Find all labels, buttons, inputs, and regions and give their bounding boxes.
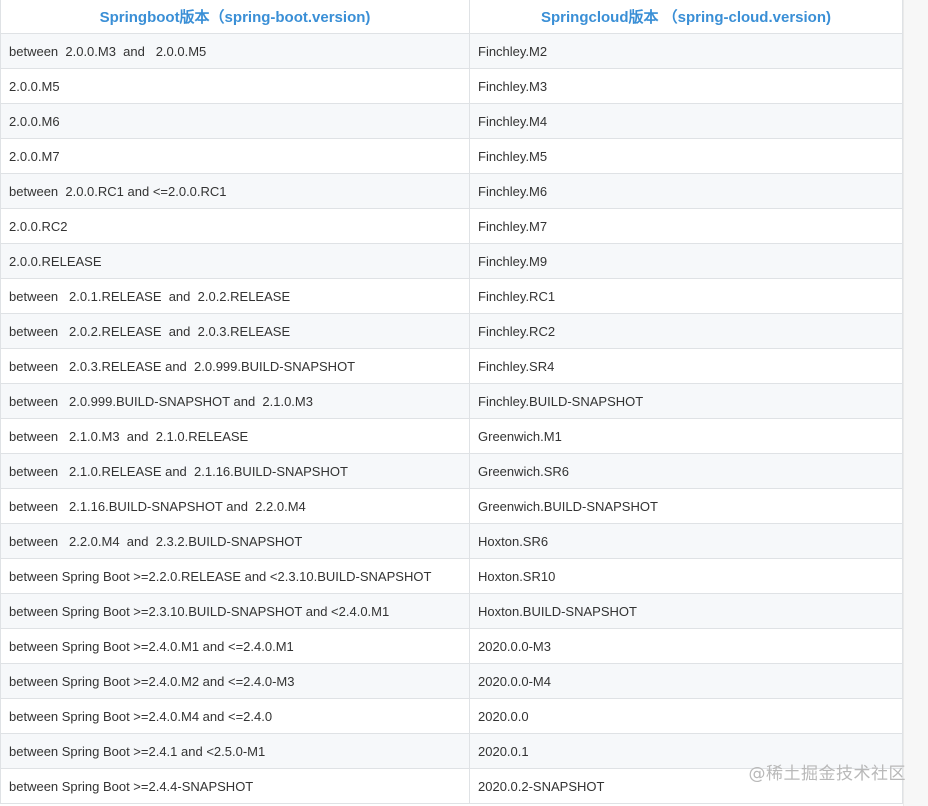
springboot-version-cell: between 2.1.0.RELEASE and 2.1.16.BUILD-S… <box>0 453 470 489</box>
version-table: Springboot版本（spring-boot.version) Spring… <box>0 0 903 804</box>
springboot-version-cell: between Spring Boot >=2.4.4-SNAPSHOT <box>0 768 470 804</box>
springboot-version-cell: between 2.0.2.RELEASE and 2.0.3.RELEASE <box>0 313 470 349</box>
page: Springboot版本（spring-boot.version) Spring… <box>0 0 928 806</box>
header-row: Springboot版本（spring-boot.version) Spring… <box>0 0 903 34</box>
page-right-gutter <box>903 0 928 806</box>
springcloud-version-cell: Finchley.BUILD-SNAPSHOT <box>469 383 903 419</box>
table-body: between 2.0.0.M3 and 2.0.0.M5 Finchley.M… <box>0 33 903 804</box>
springboot-version-cell: between 2.0.0.RC1 and <=2.0.0.RC1 <box>0 173 470 209</box>
springboot-version-cell: between Spring Boot >=2.4.0.M4 and <=2.4… <box>0 698 470 734</box>
springcloud-version-cell: Finchley.M9 <box>469 243 903 279</box>
springcloud-version-cell: Hoxton.SR6 <box>469 523 903 559</box>
springboot-version-cell: 2.0.0.RC2 <box>0 208 470 244</box>
table-row: between 2.0.2.RELEASE and 2.0.3.RELEASE … <box>0 313 903 349</box>
springboot-version-cell: between Spring Boot >=2.4.0.M2 and <=2.4… <box>0 663 470 699</box>
springboot-version-cell: 2.0.0.M5 <box>0 68 470 104</box>
springcloud-version-cell: Finchley.M4 <box>469 103 903 139</box>
table-row: between Spring Boot >=2.4.0.M1 and <=2.4… <box>0 628 903 664</box>
springcloud-version-cell: Finchley.RC1 <box>469 278 903 314</box>
springcloud-version-cell: Finchley.M2 <box>469 33 903 69</box>
springboot-version-cell: between Spring Boot >=2.4.0.M1 and <=2.4… <box>0 628 470 664</box>
springcloud-version-cell: Finchley.M6 <box>469 173 903 209</box>
springcloud-version-cell: 2020.0.0-M3 <box>469 628 903 664</box>
springcloud-version-cell: Finchley.M3 <box>469 68 903 104</box>
table-row: between 2.1.0.M3 and 2.1.0.RELEASE Green… <box>0 418 903 454</box>
table-row: 2.0.0.RELEASE Finchley.M9 <box>0 243 903 279</box>
table-row: 2.0.0.M5 Finchley.M3 <box>0 68 903 104</box>
table-row: between 2.0.999.BUILD-SNAPSHOT and 2.1.0… <box>0 383 903 419</box>
springboot-version-cell: between 2.2.0.M4 and 2.3.2.BUILD-SNAPSHO… <box>0 523 470 559</box>
table-row: between 2.0.0.RC1 and <=2.0.0.RC1 Finchl… <box>0 173 903 209</box>
springcloud-version-cell: Greenwich.BUILD-SNAPSHOT <box>469 488 903 524</box>
table-row: 2.0.0.M7 Finchley.M5 <box>0 138 903 174</box>
springcloud-version-cell: Hoxton.SR10 <box>469 558 903 594</box>
springcloud-version-cell: Finchley.M5 <box>469 138 903 174</box>
springboot-version-cell: 2.0.0.M6 <box>0 103 470 139</box>
header-springcloud-version: Springcloud版本 （spring-cloud.version) <box>469 0 903 34</box>
springcloud-version-cell: Finchley.M7 <box>469 208 903 244</box>
springcloud-version-cell: Hoxton.BUILD-SNAPSHOT <box>469 593 903 629</box>
springboot-version-cell: between Spring Boot >=2.4.1 and <2.5.0-M… <box>0 733 470 769</box>
table-row: between 2.1.16.BUILD-SNAPSHOT and 2.2.0.… <box>0 488 903 524</box>
springboot-version-cell: between Spring Boot >=2.2.0.RELEASE and … <box>0 558 470 594</box>
springboot-version-cell: 2.0.0.RELEASE <box>0 243 470 279</box>
table-row: between 2.1.0.RELEASE and 2.1.16.BUILD-S… <box>0 453 903 489</box>
table-row: between 2.2.0.M4 and 2.3.2.BUILD-SNAPSHO… <box>0 523 903 559</box>
springcloud-version-cell: 2020.0.0 <box>469 698 903 734</box>
table-row: between Spring Boot >=2.2.0.RELEASE and … <box>0 558 903 594</box>
table-row: 2.0.0.M6 Finchley.M4 <box>0 103 903 139</box>
springcloud-version-cell: Finchley.SR4 <box>469 348 903 384</box>
springcloud-version-cell: Greenwich.M1 <box>469 418 903 454</box>
springcloud-version-cell: 2020.0.0-M4 <box>469 663 903 699</box>
table-row: between Spring Boot >=2.4.0.M4 and <=2.4… <box>0 698 903 734</box>
springcloud-version-cell: Finchley.RC2 <box>469 313 903 349</box>
table-header: Springboot版本（spring-boot.version) Spring… <box>0 0 903 34</box>
springboot-version-cell: between 2.0.0.M3 and 2.0.0.M5 <box>0 33 470 69</box>
springboot-version-cell: between 2.1.0.M3 and 2.1.0.RELEASE <box>0 418 470 454</box>
springboot-version-cell: between 2.0.1.RELEASE and 2.0.2.RELEASE <box>0 278 470 314</box>
springcloud-version-cell: Greenwich.SR6 <box>469 453 903 489</box>
table-row: between 2.0.0.M3 and 2.0.0.M5 Finchley.M… <box>0 33 903 69</box>
springboot-version-cell: between 2.1.16.BUILD-SNAPSHOT and 2.2.0.… <box>0 488 470 524</box>
table-row: between 2.0.3.RELEASE and 2.0.999.BUILD-… <box>0 348 903 384</box>
header-springboot-version: Springboot版本（spring-boot.version) <box>0 0 470 34</box>
springboot-version-cell: between 2.0.999.BUILD-SNAPSHOT and 2.1.0… <box>0 383 470 419</box>
springboot-version-cell: between Spring Boot >=2.3.10.BUILD-SNAPS… <box>0 593 470 629</box>
table-row: between Spring Boot >=2.3.10.BUILD-SNAPS… <box>0 593 903 629</box>
table-row: between 2.0.1.RELEASE and 2.0.2.RELEASE … <box>0 278 903 314</box>
springboot-version-cell: 2.0.0.M7 <box>0 138 470 174</box>
springboot-version-cell: between 2.0.3.RELEASE and 2.0.999.BUILD-… <box>0 348 470 384</box>
table-row: 2.0.0.RC2 Finchley.M7 <box>0 208 903 244</box>
table-row: between Spring Boot >=2.4.0.M2 and <=2.4… <box>0 663 903 699</box>
watermark: @稀土掘金技术社区 <box>748 764 906 784</box>
